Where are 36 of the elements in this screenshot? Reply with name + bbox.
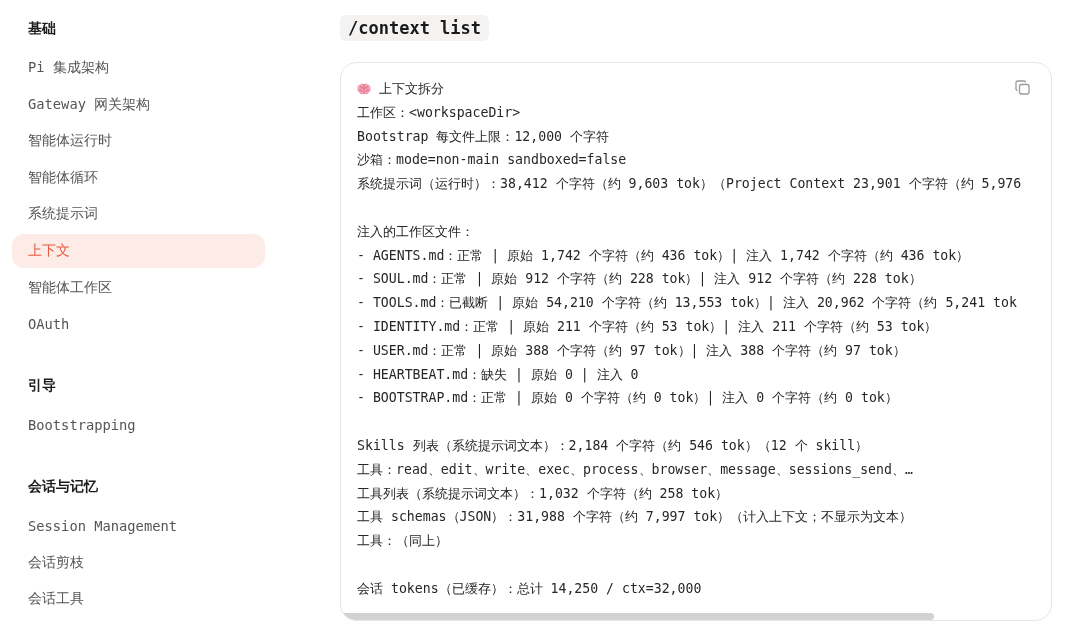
- output-line: 注入的工作区文件：: [357, 222, 474, 241]
- output-line: - BOOTSTRAP.md：正常 | 原始 0 个字符（约 0 tok）| 注入 0 个字符（约 0 tok）: [357, 389, 898, 408]
- nav-link[interactable]: 会话工具: [12, 582, 265, 617]
- output-line: 工具：（同上）: [357, 532, 448, 551]
- nav-link[interactable]: 会话剪枝: [12, 545, 265, 580]
- output-line: 沙箱：mode=non-main sandboxed=false: [357, 151, 627, 170]
- output-line: - TOOLS.md：已截断 | 原始 54,210 个字符（约 13,553 tok）| 注入 20,962 个字符（约 5,241 tok: [357, 294, 1017, 313]
- output-line: - HEARTBEAT.md：缺失 | 原始 0 | 注入 0: [357, 365, 639, 385]
- output-line: 系统提示词（运行时）：38,412 个字符（约 9,603 tok）（Project Context 23,901 个字符（约 5,976: [357, 175, 1022, 194]
- nav-link[interactable]: OAuth: [12, 307, 265, 342]
- nav-link[interactable]: Pi 集成架构: [12, 51, 265, 85]
- output-line: 会话 tokens（已缓存）：总计 14,250 / ctx=32,000: [357, 579, 702, 598]
- output-line: 工具列表（系统提示词文本）：1,032 个字符（约 258 tok）: [357, 484, 729, 503]
- output-line: - IDENTITY.md：正常 | 原始 211 个字符（约 53 tok）| 注入 211 个字符（约 53 tok）: [357, 317, 938, 337]
- nav-link[interactable]: 系统提示词: [12, 197, 265, 232]
- output-line: - SOUL.md：正常 | 原始 912 个字符（约 228 tok）| 注入 912 个字符（约 228 tok）: [357, 270, 922, 289]
- nav-link[interactable]: Gateway 网关架构: [12, 87, 265, 122]
- section-heading: 基础: [28, 19, 56, 38]
- section-heading: 会话与记忆: [28, 477, 98, 497]
- section-heading: 引导: [28, 376, 56, 396]
- output-line: Skills 列表（系统提示词文本）：2,184 个字符（约 546 tok）（12 个 skill）: [357, 436, 869, 455]
- output-line: - USER.md：正常 | 原始 388 个字符（约 97 tok）| 注入 388 个字符（约 97 tok）: [357, 341, 906, 361]
- command-code: /context list: [340, 15, 490, 41]
- output-title: 上下文拆分: [379, 80, 444, 98]
- brain-icon: [357, 82, 371, 95]
- output-line: Bootstrap 每文件上限：12,000 个字符: [357, 127, 609, 146]
- copy-icon[interactable]: [1015, 80, 1030, 95]
- nav-link[interactable]: 智能体工作区: [12, 270, 265, 305]
- nav-link[interactable]: 智能体运行时: [12, 124, 265, 159]
- nav-link[interactable]: Bootstrapping: [12, 408, 265, 443]
- nav-link[interactable]: 智能体循环: [12, 160, 265, 195]
- output-line: 工具：read、edit、write、exec、process、browser、message、sessions_send、…: [357, 460, 913, 480]
- output-line: - AGENTS.md：正常 | 原始 1,742 个字符（约 436 tok）| 注入 1,742 个字符（约 436 tok）: [357, 246, 970, 266]
- nav-link[interactable]: Session Management: [12, 509, 265, 544]
- output-line: 工具 schemas（JSON）：31,988 个字符（约 7,997 tok）（计入上下文；不显示为文本）: [357, 508, 913, 527]
- output-line: 工作区：<workspaceDir>: [357, 103, 521, 122]
